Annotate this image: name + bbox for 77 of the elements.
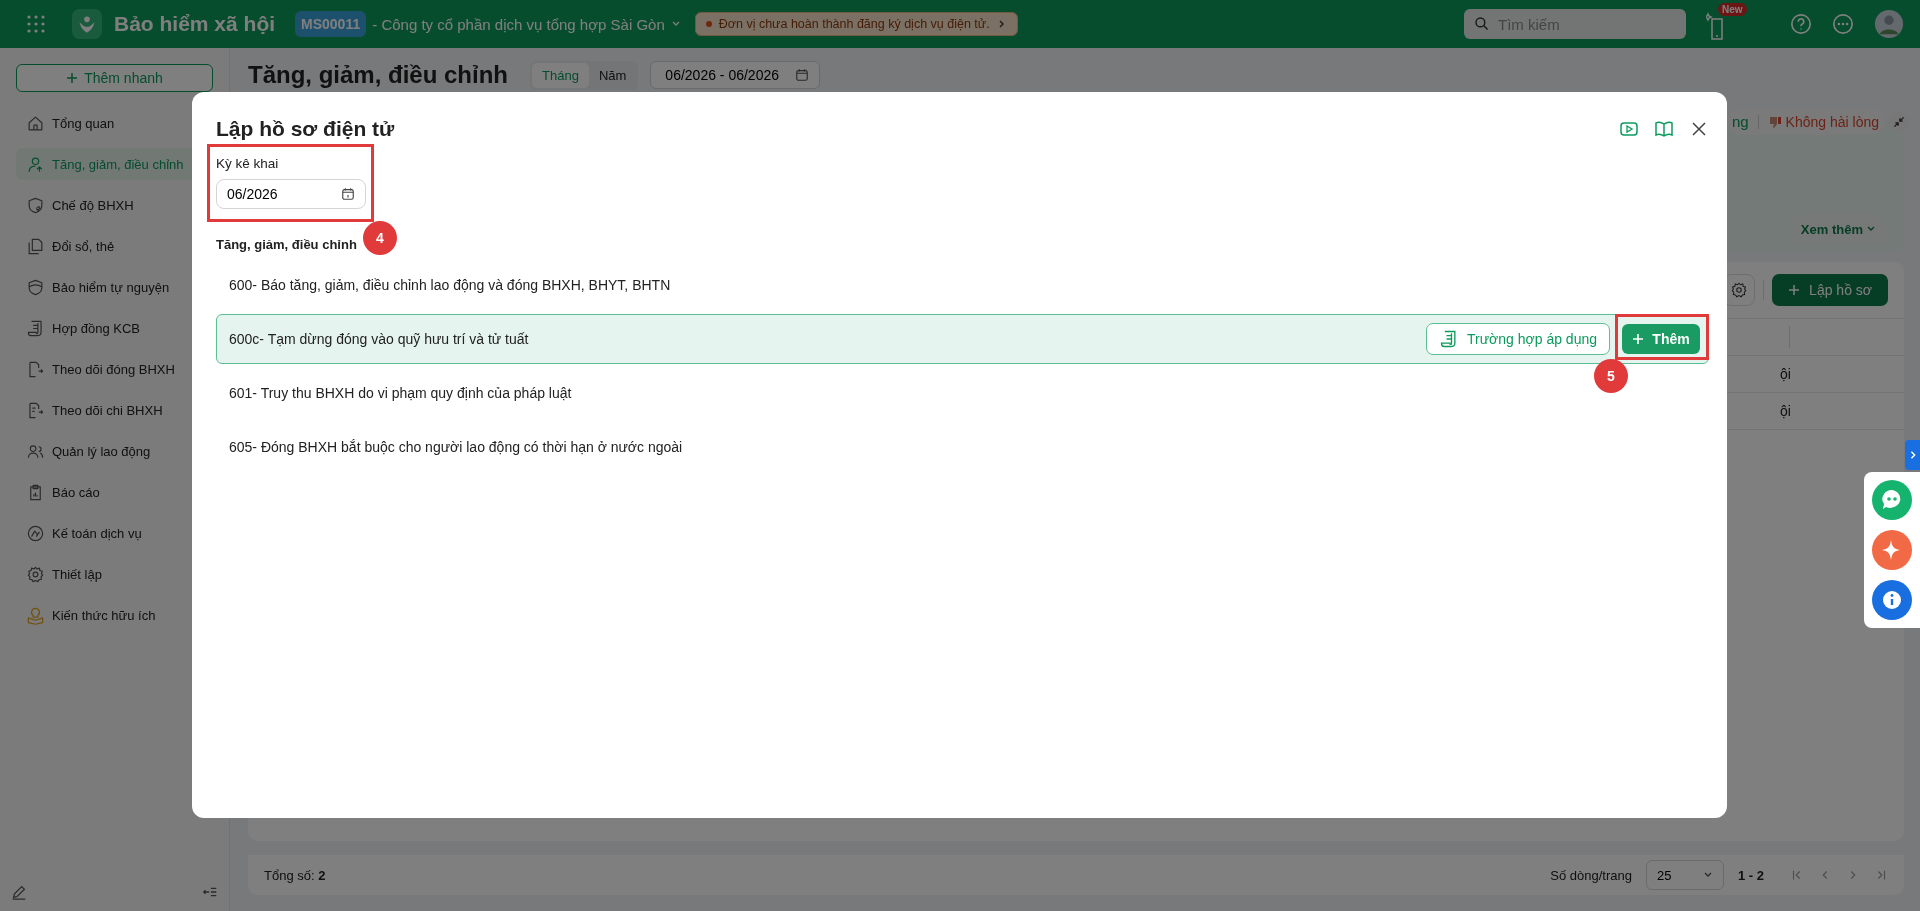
app-title: Bảo hiểm xã hội	[114, 12, 276, 36]
book-icon[interactable]	[1654, 119, 1674, 139]
period-field[interactable]: 06/2026	[216, 179, 366, 209]
sparkle-icon[interactable]	[1872, 530, 1912, 570]
plus-icon	[1788, 284, 1801, 296]
page-range: 1 - 2	[1738, 867, 1764, 883]
section-heading: Tăng, giảm, điều chỉnh	[216, 237, 357, 252]
search-icon	[1474, 16, 1490, 32]
modal-title: Lập hồ sơ điện tử	[216, 117, 395, 141]
chevron-right-icon	[1908, 449, 1917, 461]
table-cell: ội	[1780, 366, 1791, 382]
form-name: 600- Báo tăng, giảm, điều chỉnh lao động và đóng BHXH, BHYT, BHTN	[229, 277, 671, 293]
lightbulb-book-icon	[26, 605, 45, 625]
expand-panel-tab[interactable]	[1905, 440, 1920, 470]
company-selector[interactable]: - Công ty cổ phần dịch vụ tổng hợp Sài Gòn	[372, 15, 681, 33]
edit-icon[interactable]	[10, 883, 28, 901]
help-icon[interactable]	[1790, 13, 1812, 35]
new-badge: New	[1718, 3, 1747, 16]
sidebar-item[interactable]: Báo cáo	[16, 476, 213, 508]
step-badge: 5	[1594, 359, 1628, 393]
sidebar-item[interactable]: Thiết lập	[16, 558, 213, 590]
sidebar-item[interactable]: Bảo hiểm tự nguyện	[16, 271, 213, 303]
period-tab[interactable]: Tháng	[532, 62, 589, 88]
table-cell: ội	[1780, 403, 1791, 419]
gear-icon	[1730, 281, 1749, 299]
period-tab[interactable]: Năm	[588, 62, 637, 88]
form-name: 600c- Tạm dừng đóng vào quỹ hưu trí và tử tuất	[229, 331, 529, 347]
create-record-button[interactable]: Lập hồ sơ	[1772, 274, 1888, 306]
page-title: Tăng, giảm, điều chỉnh	[248, 61, 508, 89]
total-count: Tổng số: 2	[264, 867, 326, 883]
file-arrow-icon	[26, 359, 45, 379]
avatar-icon[interactable]	[1874, 9, 1904, 39]
plus-icon	[1632, 333, 1645, 345]
notice-banner[interactable]: Đơn vị chưa hoàn thành đăng ký dịch vụ điện tử.	[694, 12, 1018, 36]
form-name: 601- Truy thu BHXH do vi phạm quy định của pháp luật	[229, 385, 572, 401]
form-name: 605- Đóng BHXH bắt buộc cho người lao động có thời hạn ở nước ngoài	[229, 439, 683, 455]
quick-add-button[interactable]: Thêm nhanh	[16, 64, 213, 92]
shield-icon	[26, 277, 45, 297]
house-icon	[26, 113, 45, 133]
applicable-cases-button[interactable]: Trường hợp áp dụng	[1426, 323, 1610, 355]
date-range-field[interactable]: 06/2026 - 06/2026	[650, 61, 820, 89]
org-code-tag: MS00011	[295, 11, 367, 37]
sidebar-item[interactable]: Đổi sổ, thẻ	[16, 230, 213, 262]
video-icon[interactable]	[1619, 119, 1639, 139]
calendar-icon	[341, 187, 355, 201]
sidebar-item[interactable]: Chế độ BHXH	[16, 189, 213, 221]
step-badge: 4	[363, 221, 397, 255]
file-arrow-icon	[26, 400, 45, 420]
gear-icon	[26, 564, 45, 584]
sidebar-item[interactable]: Theo dõi đóng BHXH	[16, 353, 213, 385]
rows-per-page-select[interactable]: 25	[1646, 860, 1724, 890]
apps-grid-icon[interactable]	[26, 14, 46, 34]
more-icon[interactable]	[1832, 13, 1854, 35]
period-label: Kỳ kê khai	[216, 156, 279, 171]
sidebar-item[interactable]: Theo dõi chi BHXH	[16, 394, 213, 426]
documents-icon	[26, 236, 45, 256]
plus-icon	[66, 72, 79, 84]
circle-logo-icon	[26, 523, 45, 543]
dislike-option[interactable]: Không hài lòng	[1767, 113, 1879, 130]
logo-icon	[72, 9, 102, 39]
scroll-icon	[26, 318, 45, 338]
sidebar-item[interactable]: Kiến thức hữu ích	[16, 599, 213, 631]
sidebar-item[interactable]: Tổng quan	[16, 107, 213, 139]
rows-per-page-label: Số dòng/trang	[1550, 867, 1632, 883]
sidebar-item[interactable]: Hợp đồng KCB	[16, 312, 213, 344]
sidebar-item[interactable]: Kế toán dịch vụ	[16, 517, 213, 549]
shield-heart-icon	[26, 195, 45, 215]
form-row[interactable]: 600- Báo tăng, giảm, điều chỉnh lao động và đóng BHXH, BHYT, BHTN	[216, 260, 680, 310]
form-row[interactable]: 601- Truy thu BHXH do vi phạm quy định của pháp luật	[216, 368, 581, 418]
form-row[interactable]: 605- Đóng BHXH bắt buộc cho người lao động có thời hạn ở nước ngoài	[216, 422, 692, 472]
chat-bot-icon[interactable]	[1872, 480, 1912, 520]
form-row[interactable]: 600c- Tạm dừng đóng vào quỹ hưu trí và tử tuất Trường hợp áp dụng Thêm	[216, 314, 1709, 364]
add-button[interactable]: Thêm	[1622, 324, 1700, 354]
calendar-icon	[795, 68, 809, 82]
info-icon[interactable]	[1872, 580, 1912, 620]
feedback-option[interactable]: ng	[1731, 113, 1749, 130]
sidebar-item[interactable]: Quản lý lao động	[16, 435, 213, 467]
